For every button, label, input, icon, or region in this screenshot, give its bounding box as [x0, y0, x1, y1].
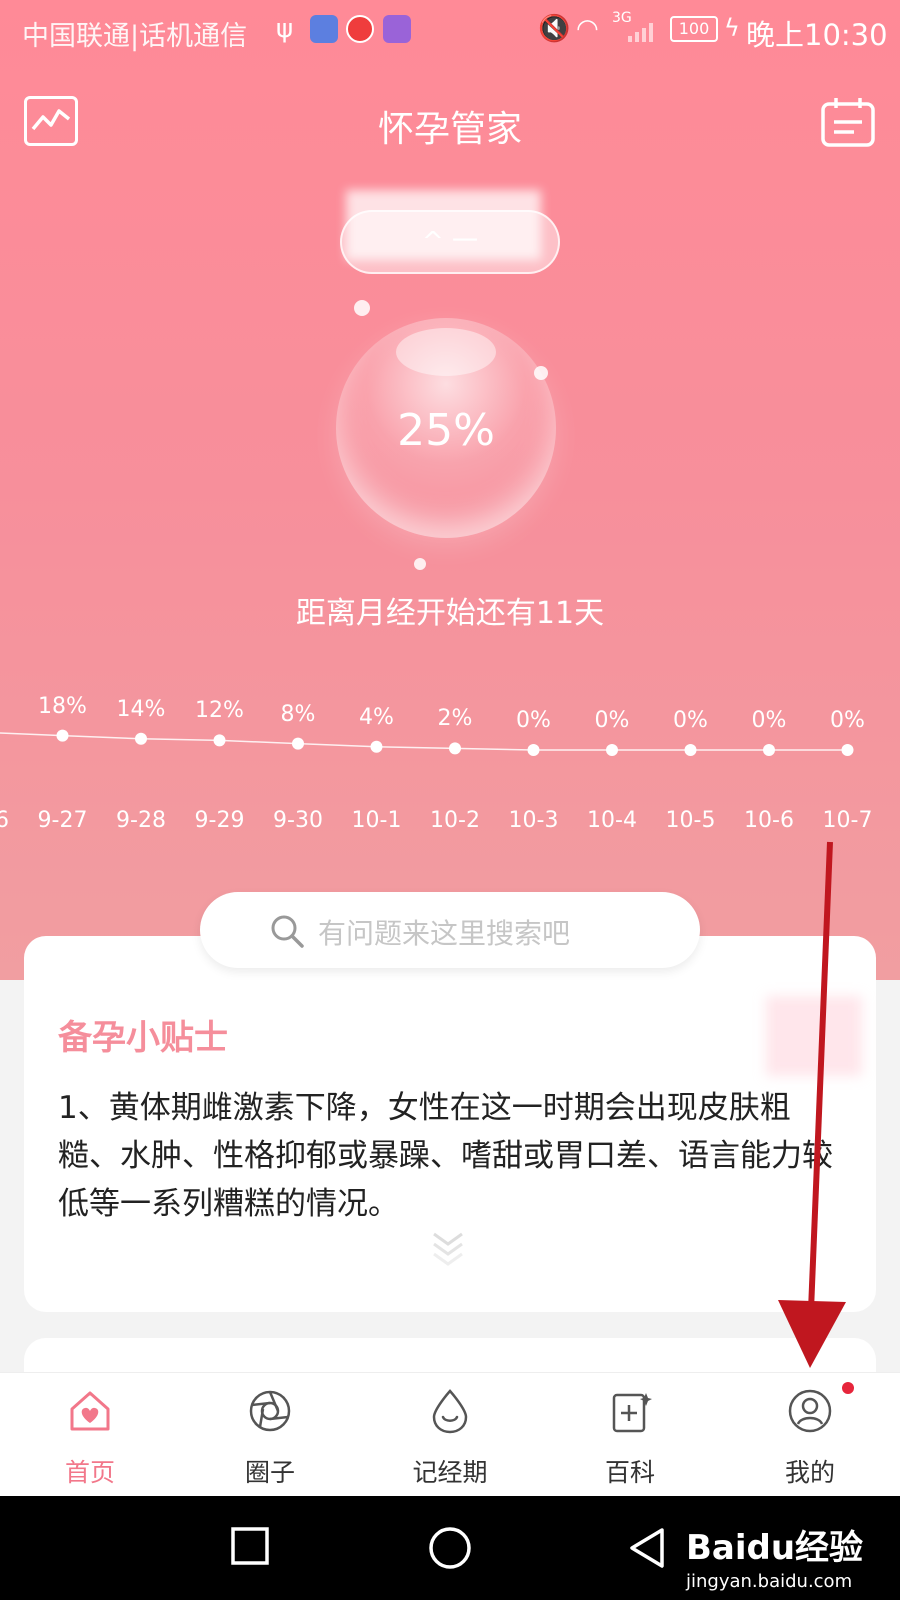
drop-icon: [432, 1389, 468, 1434]
trend-date-label[interactable]: 10-3: [509, 808, 559, 833]
charging-icon: ϟ: [724, 14, 740, 42]
trend-percent-label: 2%: [437, 706, 473, 732]
status-bar: 中国联通|话机通信 ψ 🔇 ◠ 3G 100 ϟ 晚上10:30: [0, 0, 900, 62]
trend-point: [763, 744, 775, 756]
redaction-blur: [346, 190, 541, 260]
home-heart-icon: [70, 1391, 110, 1431]
calendar-icon[interactable]: [820, 96, 876, 148]
trend-percent-label: 0%: [673, 708, 708, 733]
probability-trend[interactable]: %9-2618%9-2714%9-2812%9-298%9-304%10-12%…: [0, 680, 900, 850]
trend-point: [527, 744, 540, 756]
tab-label: 首页: [64, 1458, 115, 1487]
trend-date-label[interactable]: 10-4: [587, 808, 637, 833]
back-icon[interactable]: [628, 1526, 668, 1570]
trend-point: [841, 744, 854, 756]
trend-percent-label: 4%: [359, 704, 394, 730]
home-circle-icon[interactable]: [428, 1526, 472, 1570]
pie-app-icon: [383, 15, 411, 43]
trend-date-label[interactable]: 9-30: [273, 808, 323, 833]
trend-point: [449, 742, 461, 755]
trend-point: [56, 729, 69, 742]
tab-label: 百科: [604, 1458, 655, 1487]
watermark-brand: Baidu经验: [686, 1528, 864, 1568]
trend-percent-label: 18%: [38, 693, 87, 719]
mute-icon: 🔇: [538, 14, 571, 44]
bubble-highlight: [396, 328, 496, 376]
recent-apps-icon[interactable]: [230, 1526, 270, 1566]
trend-date-label[interactable]: 9-26: [0, 808, 9, 833]
search-bar[interactable]: 有问题来这里搜索吧: [200, 892, 700, 968]
tips-title: 备孕小贴士: [58, 1018, 228, 1058]
trend-percent-label: 14%: [116, 696, 166, 722]
search-placeholder: 有问题来这里搜索吧: [318, 917, 571, 950]
trend-percent-label: 12%: [195, 698, 244, 724]
tab-label: 圈子: [244, 1458, 295, 1487]
trend-percent-label: 0%: [516, 708, 551, 733]
trend-polyline: [0, 732, 848, 751]
toutiao-app-icon: [346, 15, 374, 43]
trend-point: [213, 734, 226, 747]
tab-period[interactable]: 记经期: [360, 1373, 540, 1497]
trend-date-label[interactable]: 10-5: [666, 808, 716, 833]
baidu-watermark: Baidu经验 jingyan.baidu.com: [686, 1520, 863, 1592]
trend-date-label[interactable]: 9-28: [116, 808, 166, 833]
aperture-icon: [249, 1390, 291, 1432]
trend-date-label[interactable]: 10-1: [352, 808, 402, 833]
trend-date-label[interactable]: 9-29: [195, 808, 245, 833]
trend-point: [606, 744, 618, 756]
carrier-name: 中国联通|话机通信: [22, 21, 248, 52]
signal-icon: [628, 23, 653, 42]
trend-percent-label: 0%: [594, 708, 630, 733]
trend-point: [684, 744, 697, 756]
notification-dot: [842, 1382, 854, 1394]
trend-percent-label: 0%: [830, 708, 865, 733]
trend-date-label[interactable]: 10-2: [430, 808, 480, 833]
wifi-icon: ◠: [576, 14, 599, 44]
trend-date-label[interactable]: 10-6: [744, 808, 794, 833]
search-icon: [271, 915, 304, 948]
redaction-blur: [766, 996, 862, 1076]
tips-body: 1、黄体期雌激素下降，女性在这一时期会出现皮肤粗糙、水肿、性格抑郁或暴躁、嗜甜或…: [58, 1090, 833, 1222]
shield-app-icon: [310, 15, 338, 43]
sparkle-dot: [414, 558, 426, 570]
trend-date-label[interactable]: 9-27: [38, 808, 88, 833]
tab-mine[interactable]: 我的: [720, 1373, 900, 1497]
chevron-double-down-icon[interactable]: [428, 1226, 468, 1266]
battery-icon: 100: [670, 16, 718, 42]
clock: 晚上10:30: [746, 18, 888, 52]
tab-circle[interactable]: 圈子: [180, 1373, 360, 1497]
trend-percent-label: 0%: [751, 708, 787, 733]
tab-label: 我的: [784, 1458, 835, 1487]
tips-card[interactable]: 备孕小贴士 1、黄体期雌激素下降，女性在这一时期会出现皮肤粗糙、水肿、性格抑郁或…: [24, 936, 876, 1312]
trend-point: [135, 732, 147, 745]
trend-percent-label: 8%: [280, 701, 316, 727]
system-nav-bar: Baidu经验 jingyan.baidu.com: [0, 1496, 900, 1600]
trend-date-label[interactable]: 10-7: [823, 808, 873, 833]
trend-point: [292, 737, 304, 750]
usb-icon: ψ: [276, 14, 294, 44]
tab-label: 记经期: [412, 1458, 488, 1487]
sparkle-dot: [354, 300, 370, 316]
tab-home[interactable]: 首页: [0, 1373, 180, 1497]
tab-encyclopedia[interactable]: 百科: [540, 1373, 720, 1497]
trend-point: [370, 740, 383, 753]
page-title: 怀孕管家: [377, 109, 522, 150]
probability-percent: 25%: [397, 405, 495, 456]
bottom-tab-bar: 首页 圈子 记经期 百科 我的: [0, 1372, 900, 1496]
book-plus-icon: [612, 1393, 652, 1433]
user-icon: [788, 1389, 832, 1433]
watermark-url: jingyan.baidu.com: [686, 1571, 853, 1592]
period-countdown: 距离月经开始还有11天: [295, 596, 605, 631]
